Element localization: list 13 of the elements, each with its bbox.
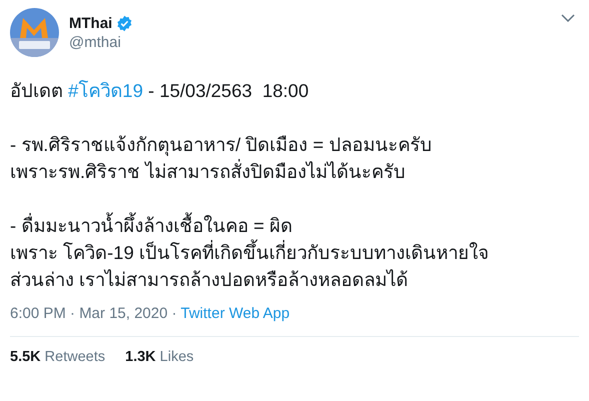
author-handle[interactable]: @mthai — [69, 34, 134, 50]
tweet-text: เพราะ โควิด-19 เป็นโรคที่เกิดขึ้นเกี่ยวกับระบบทางเดินหายใจ — [10, 239, 490, 266]
avatar-icon — [10, 8, 59, 57]
tweet-timestamp: 6:00 PM · Mar 15, 2020 · Twitter Web App — [10, 305, 290, 322]
chevron-down-icon[interactable] — [561, 14, 575, 22]
tweet-text: เพราะรพ.ศิริราช ไม่สามารถสั่งปิดมืองไม่ได้นะครับ — [10, 158, 406, 184]
tweet-text: อัปเดต #โควิด19 - 15/03/2563 18:00 — [10, 79, 309, 103]
tweet-text: ส่วนล่าง เราไม่สามารถล้างปอดหรือล้างหลอดลมได้ — [10, 268, 408, 292]
tweet-text: - รพ.ศิริราชแจ้งกักตุนอาหาร/ ปิดเมือง = ปลอมนะครับ — [10, 133, 432, 158]
tweet-text: - ดื่มมะนาวน้ำผึ้งล้างเชื้อในคอ = ผิด — [10, 212, 292, 239]
stat-link[interactable]: 5.5K Retweets — [10, 349, 106, 365]
stat-link[interactable]: 1.3K Likes — [125, 349, 194, 365]
author-name[interactable]: MThai — [69, 14, 112, 32]
